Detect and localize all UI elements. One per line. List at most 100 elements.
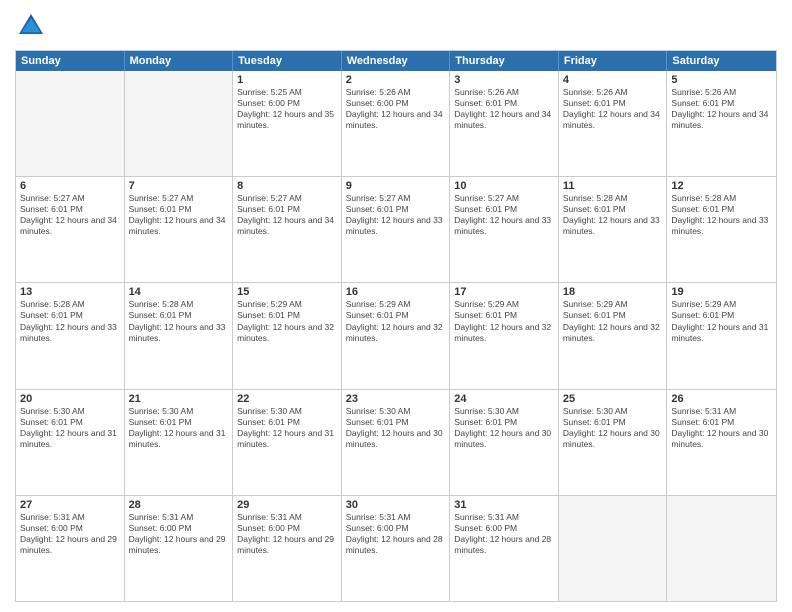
day-number: 22 [237,393,337,405]
day-number: 18 [563,286,663,298]
day-number: 7 [129,180,229,192]
calendar-cell: 29Sunrise: 5:31 AM Sunset: 6:00 PM Dayli… [233,496,342,601]
day-number: 10 [454,180,554,192]
day-info: Sunrise: 5:30 AM Sunset: 6:01 PM Dayligh… [20,406,120,450]
calendar-cell: 5Sunrise: 5:26 AM Sunset: 6:01 PM Daylig… [667,71,776,176]
day-info: Sunrise: 5:26 AM Sunset: 6:01 PM Dayligh… [563,87,663,131]
day-info: Sunrise: 5:26 AM Sunset: 6:01 PM Dayligh… [671,87,772,131]
day-info: Sunrise: 5:30 AM Sunset: 6:01 PM Dayligh… [237,406,337,450]
calendar-cell [16,71,125,176]
calendar-cell: 2Sunrise: 5:26 AM Sunset: 6:00 PM Daylig… [342,71,451,176]
calendar-cell: 12Sunrise: 5:28 AM Sunset: 6:01 PM Dayli… [667,177,776,282]
calendar-cell: 24Sunrise: 5:30 AM Sunset: 6:01 PM Dayli… [450,390,559,495]
calendar-cell: 7Sunrise: 5:27 AM Sunset: 6:01 PM Daylig… [125,177,234,282]
calendar-cell: 1Sunrise: 5:25 AM Sunset: 6:00 PM Daylig… [233,71,342,176]
header-day-monday: Monday [125,51,234,71]
day-number: 4 [563,74,663,86]
header [15,10,777,42]
day-number: 29 [237,499,337,511]
day-info: Sunrise: 5:27 AM Sunset: 6:01 PM Dayligh… [454,193,554,237]
header-day-tuesday: Tuesday [233,51,342,71]
calendar-cell: 15Sunrise: 5:29 AM Sunset: 6:01 PM Dayli… [233,283,342,388]
calendar-header: SundayMondayTuesdayWednesdayThursdayFrid… [16,51,776,71]
day-info: Sunrise: 5:31 AM Sunset: 6:00 PM Dayligh… [129,512,229,556]
day-info: Sunrise: 5:31 AM Sunset: 6:00 PM Dayligh… [237,512,337,556]
day-number: 28 [129,499,229,511]
calendar-cell: 23Sunrise: 5:30 AM Sunset: 6:01 PM Dayli… [342,390,451,495]
day-info: Sunrise: 5:30 AM Sunset: 6:01 PM Dayligh… [454,406,554,450]
day-number: 2 [346,74,446,86]
calendar-cell: 19Sunrise: 5:29 AM Sunset: 6:01 PM Dayli… [667,283,776,388]
calendar-cell: 17Sunrise: 5:29 AM Sunset: 6:01 PM Dayli… [450,283,559,388]
calendar-cell: 6Sunrise: 5:27 AM Sunset: 6:01 PM Daylig… [16,177,125,282]
day-info: Sunrise: 5:30 AM Sunset: 6:01 PM Dayligh… [563,406,663,450]
calendar-cell: 16Sunrise: 5:29 AM Sunset: 6:01 PM Dayli… [342,283,451,388]
header-day-thursday: Thursday [450,51,559,71]
calendar-cell: 22Sunrise: 5:30 AM Sunset: 6:01 PM Dayli… [233,390,342,495]
day-info: Sunrise: 5:31 AM Sunset: 6:00 PM Dayligh… [346,512,446,556]
header-day-friday: Friday [559,51,668,71]
day-info: Sunrise: 5:31 AM Sunset: 6:00 PM Dayligh… [454,512,554,556]
day-number: 1 [237,74,337,86]
day-number: 26 [671,393,772,405]
day-info: Sunrise: 5:28 AM Sunset: 6:01 PM Dayligh… [129,299,229,343]
day-number: 17 [454,286,554,298]
day-info: Sunrise: 5:28 AM Sunset: 6:01 PM Dayligh… [563,193,663,237]
logo-icon [15,10,47,42]
calendar-cell: 10Sunrise: 5:27 AM Sunset: 6:01 PM Dayli… [450,177,559,282]
day-number: 13 [20,286,120,298]
calendar-cell: 28Sunrise: 5:31 AM Sunset: 6:00 PM Dayli… [125,496,234,601]
calendar-cell [667,496,776,601]
day-info: Sunrise: 5:26 AM Sunset: 6:01 PM Dayligh… [454,87,554,131]
day-info: Sunrise: 5:29 AM Sunset: 6:01 PM Dayligh… [671,299,772,343]
calendar-cell [559,496,668,601]
day-number: 25 [563,393,663,405]
day-number: 21 [129,393,229,405]
calendar-cell: 27Sunrise: 5:31 AM Sunset: 6:00 PM Dayli… [16,496,125,601]
day-number: 27 [20,499,120,511]
day-number: 5 [671,74,772,86]
day-number: 3 [454,74,554,86]
calendar-cell: 11Sunrise: 5:28 AM Sunset: 6:01 PM Dayli… [559,177,668,282]
calendar: SundayMondayTuesdayWednesdayThursdayFrid… [15,50,777,602]
day-number: 6 [20,180,120,192]
calendar-row-1: 1Sunrise: 5:25 AM Sunset: 6:00 PM Daylig… [16,71,776,176]
day-info: Sunrise: 5:28 AM Sunset: 6:01 PM Dayligh… [671,193,772,237]
day-number: 23 [346,393,446,405]
calendar-cell: 8Sunrise: 5:27 AM Sunset: 6:01 PM Daylig… [233,177,342,282]
day-number: 9 [346,180,446,192]
day-info: Sunrise: 5:28 AM Sunset: 6:01 PM Dayligh… [20,299,120,343]
day-info: Sunrise: 5:27 AM Sunset: 6:01 PM Dayligh… [129,193,229,237]
day-info: Sunrise: 5:27 AM Sunset: 6:01 PM Dayligh… [20,193,120,237]
calendar-cell: 21Sunrise: 5:30 AM Sunset: 6:01 PM Dayli… [125,390,234,495]
day-info: Sunrise: 5:30 AM Sunset: 6:01 PM Dayligh… [129,406,229,450]
calendar-cell [125,71,234,176]
calendar-body: 1Sunrise: 5:25 AM Sunset: 6:00 PM Daylig… [16,71,776,601]
day-info: Sunrise: 5:30 AM Sunset: 6:01 PM Dayligh… [346,406,446,450]
day-number: 8 [237,180,337,192]
day-info: Sunrise: 5:27 AM Sunset: 6:01 PM Dayligh… [346,193,446,237]
day-info: Sunrise: 5:27 AM Sunset: 6:01 PM Dayligh… [237,193,337,237]
day-number: 11 [563,180,663,192]
calendar-cell: 3Sunrise: 5:26 AM Sunset: 6:01 PM Daylig… [450,71,559,176]
day-info: Sunrise: 5:31 AM Sunset: 6:00 PM Dayligh… [20,512,120,556]
calendar-row-3: 13Sunrise: 5:28 AM Sunset: 6:01 PM Dayli… [16,282,776,388]
day-number: 12 [671,180,772,192]
day-info: Sunrise: 5:31 AM Sunset: 6:01 PM Dayligh… [671,406,772,450]
calendar-row-5: 27Sunrise: 5:31 AM Sunset: 6:00 PM Dayli… [16,495,776,601]
calendar-cell: 20Sunrise: 5:30 AM Sunset: 6:01 PM Dayli… [16,390,125,495]
calendar-cell: 25Sunrise: 5:30 AM Sunset: 6:01 PM Dayli… [559,390,668,495]
day-number: 16 [346,286,446,298]
calendar-row-2: 6Sunrise: 5:27 AM Sunset: 6:01 PM Daylig… [16,176,776,282]
header-day-wednesday: Wednesday [342,51,451,71]
calendar-cell: 18Sunrise: 5:29 AM Sunset: 6:01 PM Dayli… [559,283,668,388]
day-number: 14 [129,286,229,298]
header-day-sunday: Sunday [16,51,125,71]
day-number: 19 [671,286,772,298]
day-info: Sunrise: 5:26 AM Sunset: 6:00 PM Dayligh… [346,87,446,131]
day-info: Sunrise: 5:29 AM Sunset: 6:01 PM Dayligh… [346,299,446,343]
calendar-cell: 4Sunrise: 5:26 AM Sunset: 6:01 PM Daylig… [559,71,668,176]
day-info: Sunrise: 5:29 AM Sunset: 6:01 PM Dayligh… [563,299,663,343]
day-info: Sunrise: 5:25 AM Sunset: 6:00 PM Dayligh… [237,87,337,131]
header-day-saturday: Saturday [667,51,776,71]
